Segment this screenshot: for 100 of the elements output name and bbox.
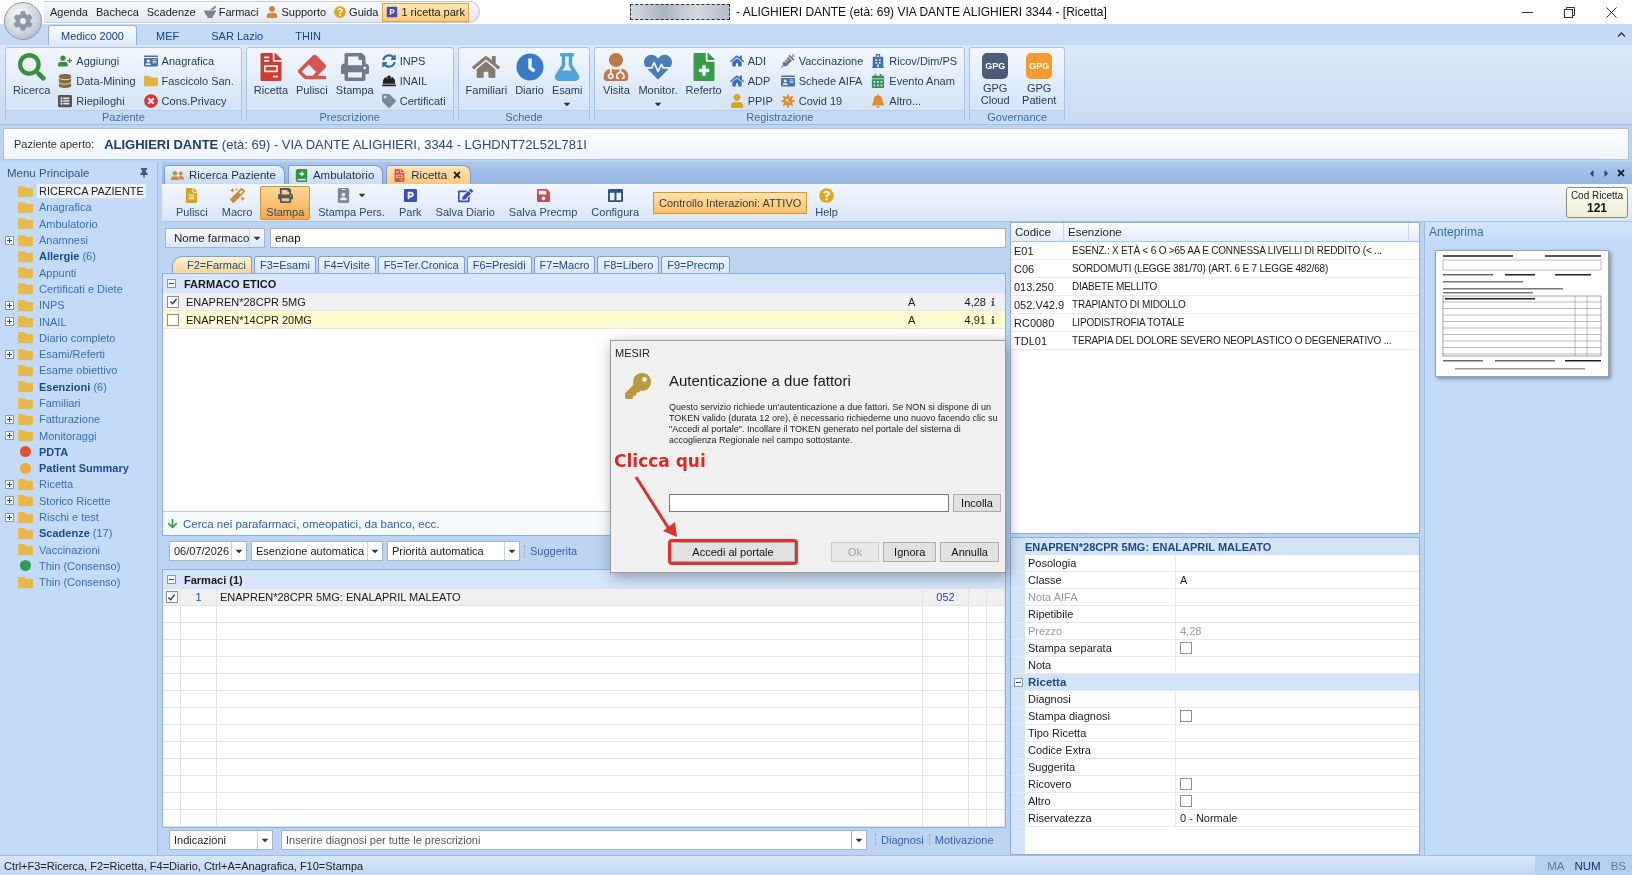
expand-icon[interactable] <box>5 480 14 489</box>
document-tab[interactable]: Ambulatorio <box>287 165 384 184</box>
ribbon-button[interactable]: Stampa <box>332 50 377 110</box>
document-tab[interactable]: Ricerca Paziente <box>164 165 285 184</box>
tree-item[interactable]: Vaccinazioni <box>5 541 102 558</box>
close-button[interactable] <box>1616 167 1626 179</box>
tree-item[interactable]: Anamnesi <box>5 232 90 249</box>
ribbon-button[interactable]: Covid 19 <box>777 91 867 110</box>
expand-icon[interactable] <box>5 512 14 522</box>
checkbox[interactable] <box>165 591 178 603</box>
app-menu-button[interactable] <box>4 2 42 40</box>
search-mode-dropdown[interactable]: Nome farmaco <box>165 228 265 248</box>
ribbon-button[interactable]: Ricerca <box>10 50 54 110</box>
category-tab[interactable]: F8=Libero <box>597 256 660 273</box>
ribbon-button[interactable]: Cons.Privacy <box>140 91 237 110</box>
exemption-dropdown[interactable]: Esenzione automatica <box>251 541 383 561</box>
ribbon-button[interactable]: Evento Anam <box>868 71 961 90</box>
date-dropdown[interactable]: 06/07/2026 <box>169 541 247 561</box>
dialog-button[interactable]: Accedi al portale <box>671 542 795 562</box>
quick-access-button[interactable]: 1 ricetta park <box>382 2 470 22</box>
ribbon-button[interactable]: Fascicolo San. <box>140 71 237 90</box>
expand-icon[interactable] <box>5 235 14 245</box>
tree-item[interactable]: INPS <box>5 297 67 314</box>
toolbar-button[interactable]: Stampa Pers. <box>312 185 391 220</box>
ribbon-tab[interactable]: Medico 2000 <box>48 25 137 45</box>
toolbar-button[interactable]: Stampa <box>260 185 311 220</box>
ribbon-button[interactable]: Pulisci <box>293 50 331 110</box>
tree-item[interactable]: Thin (Consenso) <box>5 557 123 574</box>
expand-icon[interactable] <box>5 414 14 424</box>
tree-item[interactable]: Appunti <box>5 264 79 281</box>
priority-dropdown[interactable]: Priorità automatica <box>387 541 520 561</box>
quick-access-button[interactable]: Bacheca <box>91 2 143 22</box>
checkbox[interactable] <box>1180 642 1192 654</box>
quick-access-button[interactable]: Agenda <box>46 2 92 22</box>
tree-item[interactable]: Anagrafica <box>5 199 94 216</box>
ribbon-tab[interactable]: SAR Lazio <box>198 25 277 45</box>
drug-search-field[interactable]: enap <box>270 228 1006 248</box>
ribbon-button[interactable]: Data-Mining <box>55 71 139 90</box>
ribbon-button[interactable]: Aggiungi <box>55 51 139 70</box>
checkbox[interactable] <box>1180 778 1192 790</box>
ribbon-button[interactable]: Altro... <box>868 91 961 110</box>
category-tab[interactable]: F7=Macro <box>533 256 596 273</box>
tree-item[interactable]: Certificati e Diete <box>5 280 125 297</box>
toolbar-button[interactable]: Salva Precmp <box>502 185 584 220</box>
tree-item[interactable]: Scadenze (17) <box>5 525 115 542</box>
ribbon-button[interactable]: Ricov/Dim/PS <box>868 51 961 70</box>
ribbon-button[interactable]: Familiari <box>462 50 511 110</box>
ribbon-button[interactable]: Ricetta <box>250 50 291 110</box>
checkbox[interactable] <box>167 313 179 326</box>
tree-item[interactable]: Patient Summary <box>5 460 131 477</box>
tree-item[interactable]: Diario completo <box>5 329 118 346</box>
tree-item[interactable]: Esame obiettivo <box>5 362 120 379</box>
dropdown-button[interactable] <box>851 830 867 850</box>
ribbon-button[interactable]: PPIP <box>726 91 776 110</box>
dialog-button[interactable]: Annulla <box>940 542 999 562</box>
tree-item[interactable]: Allergie (6) <box>5 248 98 265</box>
expand-icon[interactable] <box>5 317 14 326</box>
checkbox[interactable] <box>1180 795 1192 807</box>
ribbon-button[interactable]: Visita <box>599 50 634 110</box>
category-tab[interactable]: F3=Esami <box>254 256 316 273</box>
suggest-link[interactable]: Suggerita <box>524 545 583 557</box>
category-tab[interactable]: F4=Visite <box>317 256 376 273</box>
tree-item[interactable]: Esami/Referti <box>5 346 108 363</box>
category-tab[interactable]: F9=Precmp <box>661 256 731 273</box>
quick-access-button[interactable]: Scadenze <box>142 2 200 22</box>
tree-item[interactable]: Storico Ricette <box>5 492 113 509</box>
toolbar-button[interactable]: Macro <box>215 185 259 220</box>
document-tab[interactable]: Ricetta <box>386 165 472 184</box>
ribbon-button[interactable]: Schede AIFA <box>777 71 867 90</box>
toolbar-button[interactable]: Configura <box>585 185 646 220</box>
expand-icon[interactable] <box>5 349 14 359</box>
collapse-ribbon-button[interactable] <box>1617 30 1626 39</box>
tree-item[interactable]: Rischi e test <box>5 509 101 526</box>
paste-button[interactable]: Incolla <box>953 494 1001 512</box>
tree-item[interactable]: Fatturazione <box>5 411 103 428</box>
dialog-button[interactable]: Ignora <box>883 542 937 562</box>
expand-icon[interactable] <box>5 496 14 506</box>
toolbar-button[interactable]: Salva Diario <box>429 185 501 220</box>
tree-item[interactable]: Thin (Consenso) <box>5 574 123 591</box>
toolbar-button[interactable]: Pulisci <box>170 185 214 220</box>
interaction-check-button[interactable]: Controllo Interazioni: ATTIVO <box>653 191 808 214</box>
quick-access-button[interactable]: Farmaci <box>199 2 263 22</box>
ribbon-button[interactable]: ADI <box>726 51 776 70</box>
collapse-icon[interactable] <box>167 279 176 288</box>
quick-access-button[interactable]: Supporto <box>262 2 331 22</box>
expand-icon[interactable] <box>5 431 14 441</box>
tree-item[interactable]: Ambulatorio <box>5 215 100 232</box>
action-link[interactable]: Diagnosi <box>875 834 929 846</box>
info-icon[interactable] <box>989 297 997 306</box>
tree-item[interactable]: PDTA <box>5 443 71 460</box>
toolbar-button[interactable]: Park <box>392 185 428 220</box>
ribbon-button[interactable]: ADP <box>726 71 776 90</box>
collapse-icon[interactable] <box>167 575 176 584</box>
ribbon-button[interactable]: Monitor. <box>635 50 681 110</box>
action-link[interactable]: Motivazione <box>928 834 999 846</box>
category-tab[interactable]: F2=Farmaci <box>172 256 252 273</box>
checkbox[interactable] <box>1180 710 1192 722</box>
checkbox[interactable] <box>167 295 179 308</box>
ribbon-button[interactable]: INPS <box>378 51 449 70</box>
ribbon-tab[interactable]: MEF <box>143 25 193 45</box>
